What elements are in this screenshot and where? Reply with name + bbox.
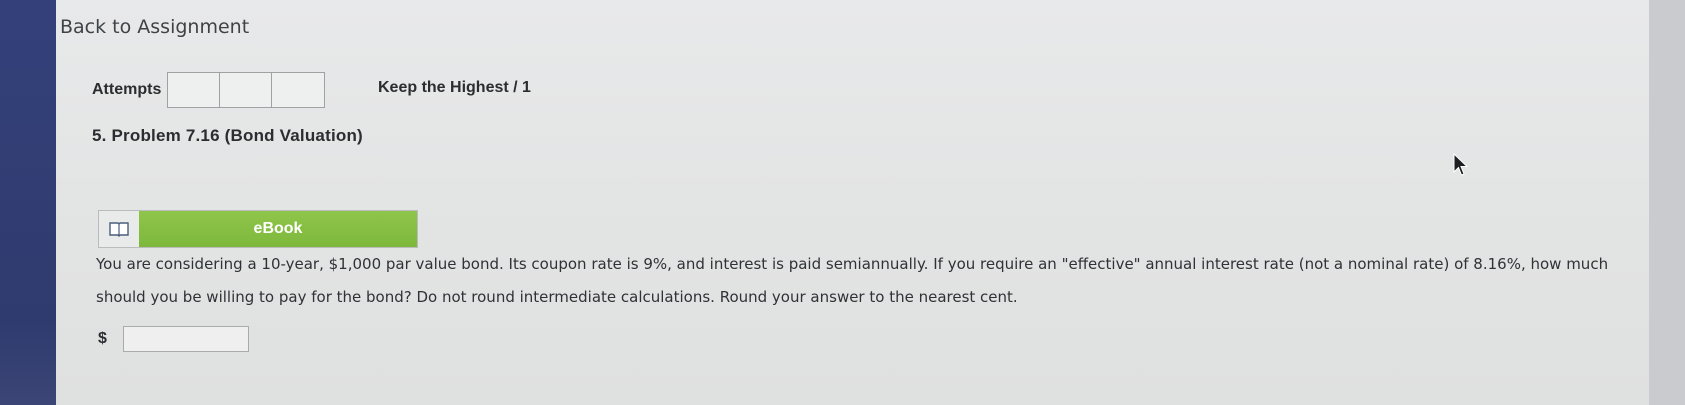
ebook-label: eBook [139, 211, 417, 247]
answer-input[interactable] [122, 326, 249, 352]
problem-title: 5. Problem 7.16 (Bond Valuation) [92, 126, 363, 145]
answer-row: $ [98, 326, 249, 352]
attempts-label: Attempts [92, 81, 162, 98]
assignment-page: Back to Assignment Attempts Keep the Hig… [56, 0, 1649, 405]
ebook-button[interactable]: eBook [98, 210, 418, 248]
attempt-box-2 [220, 73, 273, 107]
currency-symbol: $ [98, 330, 107, 347]
attempt-box-1 [168, 73, 221, 107]
keep-highest-text: Keep the Highest / 1 [378, 79, 531, 96]
book-icon [99, 211, 139, 247]
right-edge-strip [1649, 0, 1685, 405]
back-to-assignment-link[interactable]: Back to Assignment [60, 16, 249, 38]
question-text: You are considering a 10-year, $1,000 pa… [96, 255, 1609, 306]
attempts-row: Attempts [92, 72, 326, 108]
mouse-cursor-icon [1453, 152, 1469, 176]
attempt-box-3 [272, 73, 324, 107]
attempt-boxes [167, 72, 326, 108]
left-sidebar-strip [0, 0, 56, 405]
